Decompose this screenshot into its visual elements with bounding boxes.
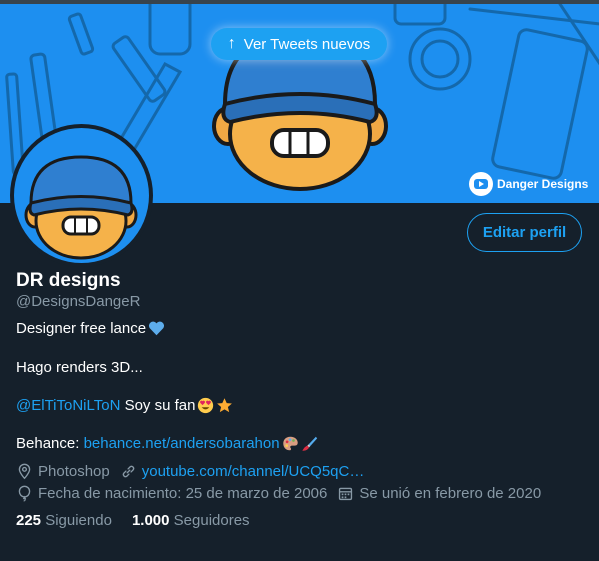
following-stat[interactable]: 225 Siguiendo — [16, 512, 112, 529]
joined: Se unió en febrero de 2020 — [337, 485, 541, 502]
location-text: Photoshop — [38, 463, 110, 480]
profile-handle: @DesignsDangeR — [16, 293, 141, 310]
followers-count: 1.000 — [131, 512, 170, 529]
joined-text: Se unió en febrero de 2020 — [359, 485, 542, 502]
bio-line-1: Designer free lance — [16, 320, 165, 337]
avatar[interactable] — [10, 124, 153, 267]
arrow-up-icon: ↑ — [227, 35, 236, 52]
bio-line-3: @ElTiToNiLToN Soy su fan — [16, 397, 233, 414]
website-link[interactable]: youtube.com/channel/UCQ5qC… — [142, 463, 365, 480]
youtube-icon — [469, 172, 493, 196]
heart-eyes-emoji-icon — [198, 397, 214, 414]
followers-stat[interactable]: 1.000 Seguidores — [132, 512, 250, 529]
bio-line-4: Behance: behance.net/andersobarahon — [16, 435, 318, 452]
location: Photoshop — [16, 463, 110, 480]
mention-suffix: Soy su fan — [120, 397, 196, 414]
balloon-icon — [18, 485, 31, 502]
birthday-text: Fecha de nacimiento: 25 de marzo de 2006 — [38, 485, 328, 502]
follow-stats: 225 Siguiendo 1.000 Seguidores — [16, 512, 270, 529]
link-icon — [122, 465, 134, 478]
new-tweets-button[interactable]: ↑ Ver Tweets nuevos — [211, 28, 387, 60]
mention-link[interactable]: @ElTiToNiLToN — [16, 397, 120, 414]
behance-prefix: Behance: — [16, 435, 84, 452]
calendar-icon — [339, 487, 353, 501]
star-icon — [217, 398, 233, 413]
profile-name: DR designs — [16, 270, 121, 291]
profile-meta-row-2: Fecha de nacimiento: 25 de marzo de 2006… — [16, 485, 551, 502]
followers-label: Seguidores — [173, 512, 250, 529]
avatar-image — [24, 155, 138, 260]
following-label: Siguiendo — [45, 512, 112, 529]
brand-watermark: Danger Designs — [469, 172, 588, 196]
location-icon — [18, 463, 31, 480]
palette-icon — [282, 436, 298, 451]
bio-text-1: Designer free lance — [16, 320, 147, 337]
behance-link[interactable]: behance.net/andersobarahon — [84, 435, 280, 452]
bio-line-2: Hago renders 3D... — [16, 359, 143, 376]
following-count: 225 — [16, 512, 42, 529]
birthday: Fecha de nacimiento: 25 de marzo de 2006 — [16, 485, 327, 502]
paintbrush-icon — [301, 436, 317, 451]
brand-name: Danger Designs — [497, 177, 589, 191]
website: youtube.com/channel/UCQ5qC… — [120, 463, 365, 480]
blue-heart-icon — [149, 321, 165, 336]
profile-meta-row-1: Photoshop youtube.com/channel/UCQ5qC… — [16, 463, 374, 480]
new-tweets-label: Ver Tweets nuevos — [243, 35, 371, 53]
edit-profile-button[interactable]: Editar perfil — [467, 213, 582, 252]
